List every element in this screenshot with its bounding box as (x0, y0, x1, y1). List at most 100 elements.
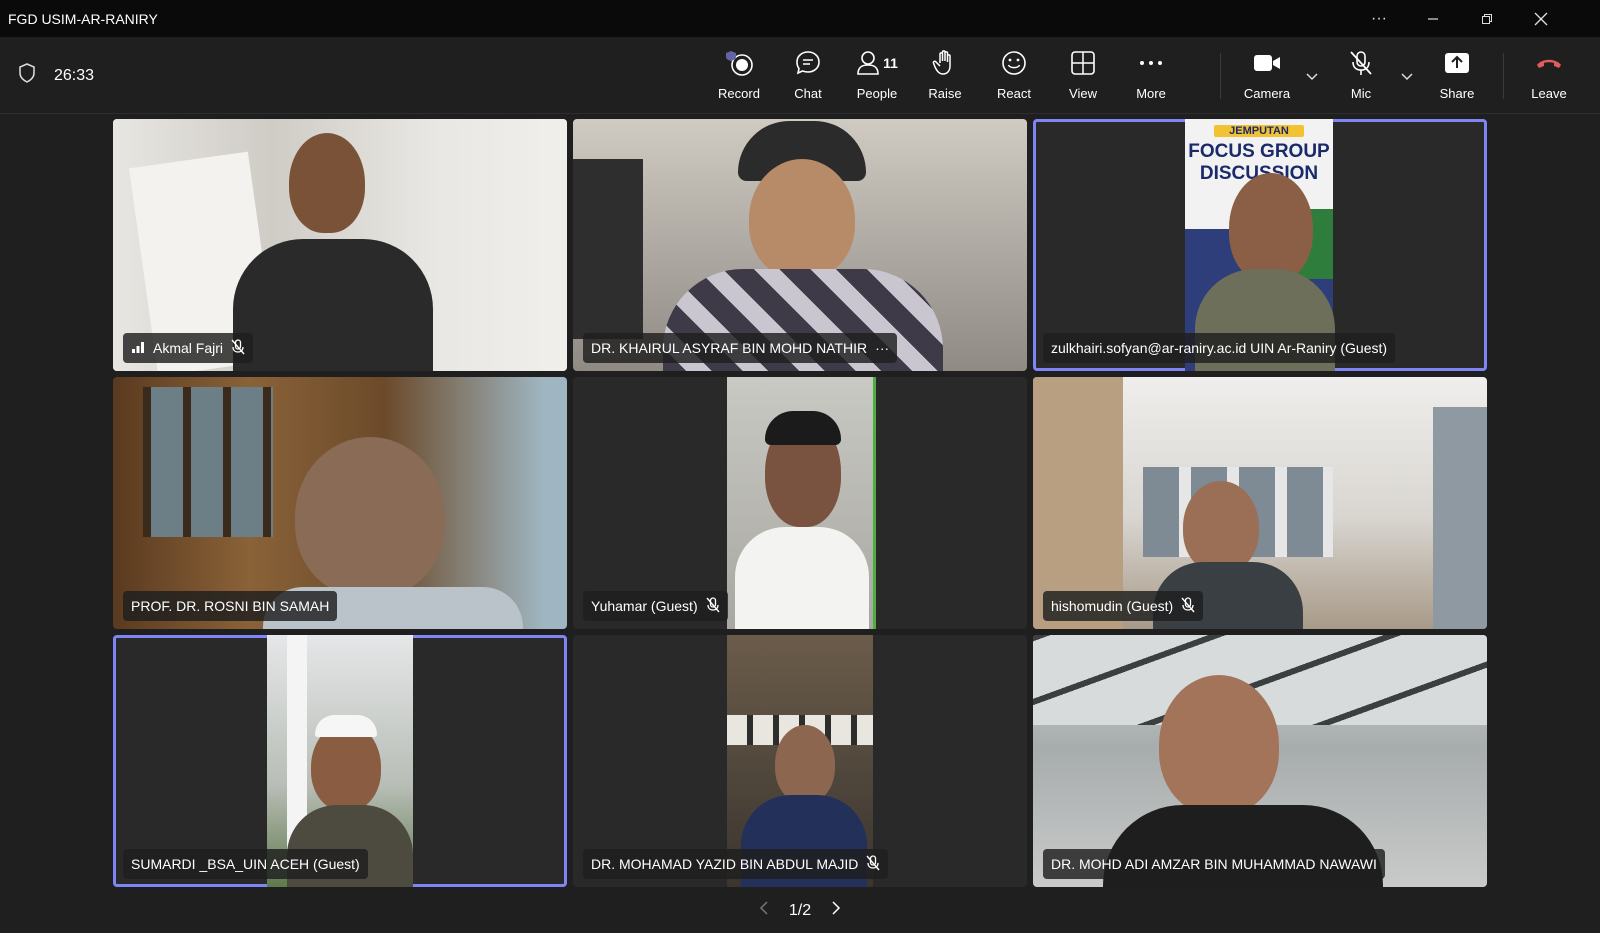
mic-muted-icon (866, 854, 880, 874)
close-icon[interactable] (1514, 0, 1568, 37)
participant-name-tag: zulkhairi.sofyan@ar-raniry.ac.id UIN Ar-… (1043, 333, 1396, 363)
people-button[interactable]: 11 People (844, 47, 910, 107)
raise-label: Raise (928, 86, 962, 101)
share-label: Share (1439, 86, 1475, 101)
timer-text: 26:33 (54, 66, 95, 84)
view-button[interactable]: View (1050, 47, 1116, 107)
participant-name-tag: DR. MOHAMAD YAZID BIN ABDUL MAJID (583, 849, 889, 879)
participant-tile[interactable]: DR. KHAIRUL ASYRAF BIN MOHD NATHIR ··· (573, 119, 1027, 371)
participant-cap (315, 715, 377, 737)
mic-off-icon (1347, 47, 1375, 79)
participant-body (735, 527, 869, 629)
page-indicator: 1/2 (788, 901, 812, 919)
participant-tile[interactable]: DR. MOHAMAD YAZID BIN ABDUL MAJID (573, 635, 1027, 887)
participant-tile[interactable]: hishomudin (Guest) (1033, 377, 1487, 629)
window-title: FGD USIM-AR-RANIRY (8, 10, 158, 27)
hand-icon (932, 47, 958, 79)
chat-icon (794, 47, 822, 79)
meeting-timer: 26:33 (18, 63, 94, 88)
participant-video (727, 377, 876, 629)
participant-face (1229, 173, 1313, 283)
participant-name: DR. MOHAMAD YAZID BIN ABDUL MAJID (591, 856, 859, 872)
banner-line-2: FOCUS GROUP (1188, 141, 1330, 162)
share-button[interactable]: Share (1424, 47, 1490, 107)
mic-options-chevron-icon[interactable] (1398, 67, 1416, 85)
people-count: 11 (883, 55, 898, 71)
participant-name-tag: PROF. DR. ROSNI BIN SAMAH (123, 591, 338, 621)
participant-name-tag: Akmal Fajri (123, 333, 254, 363)
participant-name: DR. MOHD ADI AMZAR BIN MUHAMMAD NAWAWI (1051, 856, 1377, 872)
title-bar: FGD USIM-AR-RANIRY ··· (0, 0, 1600, 37)
participant-options-icon[interactable]: ··· (875, 340, 889, 356)
camera-button[interactable]: Camera (1234, 47, 1300, 107)
people-label: People (856, 86, 898, 101)
grid-view-icon (1070, 47, 1096, 79)
participant-hair (765, 411, 841, 445)
participant-name: PROF. DR. ROSNI BIN SAMAH (131, 598, 330, 614)
meeting-toolbar: 26:33 Record Chat 11 People Raise React (0, 37, 1600, 114)
side-window (1433, 407, 1487, 629)
hang-up-icon (1534, 47, 1564, 79)
participant-face (1183, 481, 1259, 573)
record-label: Record (718, 86, 760, 101)
toolbar-divider (1220, 53, 1221, 99)
cabinet (143, 387, 273, 537)
smiley-icon (1000, 47, 1028, 79)
participant-name-tag: hishomudin (Guest) (1043, 591, 1204, 621)
share-icon (1443, 47, 1471, 79)
camera-icon (1252, 47, 1282, 79)
more-options-icon[interactable]: ··· (1352, 0, 1406, 37)
participant-tile[interactable]: Yuhamar (Guest) (573, 377, 1027, 629)
ellipsis-icon (1138, 47, 1164, 79)
shield-icon (18, 63, 36, 88)
chat-label: Chat (794, 86, 822, 101)
leave-label: Leave (1531, 86, 1567, 101)
participant-name: Akmal Fajri (153, 340, 224, 356)
participant-face (289, 133, 365, 233)
participant-face (749, 159, 855, 279)
minimize-icon[interactable] (1406, 0, 1460, 37)
participant-name-tag: Yuhamar (Guest) (583, 591, 728, 621)
banner-line-1: JEMPUTAN (1214, 125, 1304, 137)
participant-name: SUMARDI _BSA_UIN ACEH (Guest) (131, 856, 360, 872)
participant-tile[interactable]: Akmal Fajri (113, 119, 567, 371)
restore-icon[interactable] (1460, 0, 1514, 37)
previous-page-chevron-icon[interactable] (759, 900, 769, 921)
participant-tile-active-speaker[interactable]: SUMARDI _BSA_UIN ACEH (Guest) (113, 635, 567, 887)
gallery-pager: 1/2 (0, 900, 1600, 921)
participant-name: zulkhairi.sofyan@ar-raniry.ac.id UIN Ar-… (1051, 340, 1388, 356)
mic-label: Mic (1350, 86, 1372, 101)
toolbar-divider-2 (1503, 53, 1504, 99)
participant-name-tag: DR. MOHD ADI AMZAR BIN MUHAMMAD NAWAWI (1043, 849, 1385, 879)
participant-tile[interactable]: PROF. DR. ROSNI BIN SAMAH (113, 377, 567, 629)
camera-options-chevron-icon[interactable] (1303, 67, 1321, 85)
more-button[interactable]: More (1118, 47, 1184, 107)
mic-button[interactable]: Mic (1328, 47, 1394, 107)
next-page-chevron-icon[interactable] (831, 900, 841, 921)
participant-name-tag: SUMARDI _BSA_UIN ACEH (Guest) (123, 849, 368, 879)
people-icon (857, 51, 879, 75)
chat-button[interactable]: Chat (775, 47, 841, 107)
people-icon-group: 11 (856, 47, 898, 79)
participant-face (295, 437, 445, 597)
participant-name: DR. KHAIRUL ASYRAF BIN MOHD NATHIR (591, 340, 868, 356)
react-button[interactable]: React (981, 47, 1047, 107)
participant-face (1159, 675, 1279, 815)
mic-muted-icon (1181, 596, 1195, 616)
more-label: More (1136, 86, 1166, 101)
record-button[interactable]: Record (706, 47, 772, 107)
raise-hand-button[interactable]: Raise (912, 47, 978, 107)
window-frame (573, 159, 643, 339)
leave-button[interactable]: Leave (1516, 47, 1582, 107)
participant-tile-active-speaker[interactable]: JEMPUTAN FOCUS GROUP DISCUSSION zulkhair… (1033, 119, 1487, 371)
participant-tile[interactable]: DR. MOHD ADI AMZAR BIN MUHAMMAD NAWAWI (1033, 635, 1487, 887)
signal-bars-icon (131, 340, 145, 356)
participant-name: Yuhamar (Guest) (591, 598, 698, 614)
view-label: View (1069, 86, 1097, 101)
participant-body (233, 239, 433, 371)
record-icon (724, 47, 754, 79)
participant-face (775, 725, 835, 803)
react-label: React (997, 86, 1031, 101)
participant-name: hishomudin (Guest) (1051, 598, 1174, 614)
camera-label: Camera (1243, 86, 1291, 101)
